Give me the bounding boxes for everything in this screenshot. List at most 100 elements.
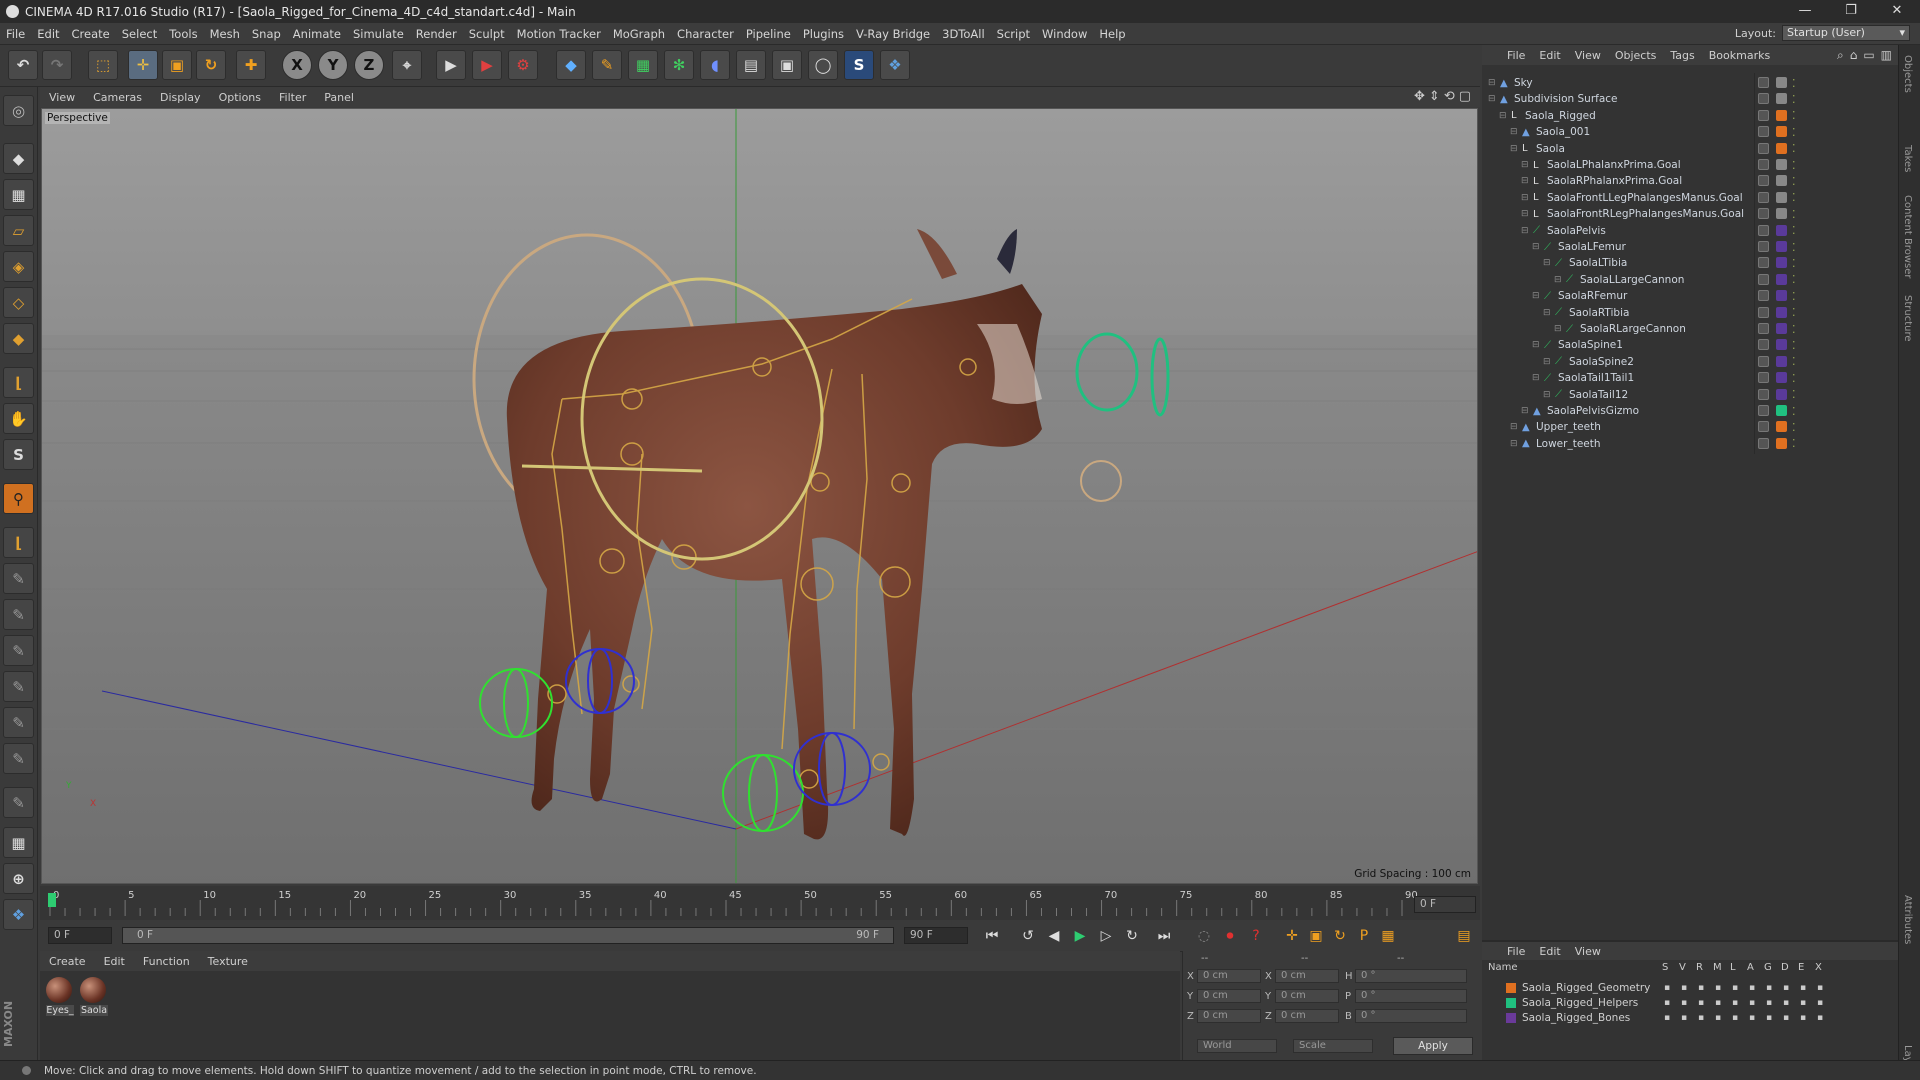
layer-color-swatch[interactable]	[1776, 126, 1787, 138]
redo-icon[interactable]: ↷	[42, 50, 72, 80]
layer-toggle-icon[interactable]: ▪	[1715, 983, 1721, 993]
expand-toggle-icon[interactable]: ⊟	[1543, 357, 1551, 367]
layer-menu-edit[interactable]: Edit	[1532, 945, 1567, 958]
render-picture-viewer-icon[interactable]: ▶	[472, 50, 502, 80]
visibility-toggle-icon[interactable]	[1758, 273, 1769, 285]
points-mode-icon[interactable]: ◈	[3, 251, 34, 282]
current-frame-field[interactable]: 0 F	[1414, 896, 1476, 913]
search-icon[interactable]: ⌕	[1837, 48, 1844, 63]
expand-toggle-icon[interactable]: ⊟	[1543, 390, 1551, 400]
material-menu-texture[interactable]: Texture	[199, 955, 257, 968]
menu-3dtoall[interactable]: 3DToAll	[936, 27, 991, 41]
render-dots-icon[interactable]: ⁚	[1792, 241, 1796, 254]
coord-value-field[interactable]: 0 °	[1355, 1009, 1467, 1023]
z-axis-lock-button[interactable]: Z	[354, 50, 384, 80]
render-dots-icon[interactable]: ⁚	[1792, 323, 1796, 336]
layer-color-swatch[interactable]	[1776, 257, 1787, 269]
orbit-icon[interactable]: ⟲	[1444, 89, 1455, 104]
render-dots-icon[interactable]: ⁚	[1792, 208, 1796, 221]
render-dots-icon[interactable]: ⁚	[1792, 159, 1796, 172]
object-menu-file[interactable]: File	[1500, 49, 1532, 62]
layer-color-swatch[interactable]	[1776, 77, 1787, 88]
layer-toggle-icon[interactable]: ▪	[1766, 998, 1772, 1008]
menu-script[interactable]: Script	[991, 27, 1036, 41]
layer-color-swatch[interactable]	[1776, 159, 1787, 170]
python-icon[interactable]: ❖	[880, 50, 910, 80]
layer-toggle-icon[interactable]: ▪	[1664, 983, 1670, 993]
layer-toggle-icon[interactable]: ▪	[1800, 1013, 1806, 1023]
layer-menu-view[interactable]: View	[1568, 945, 1608, 958]
menu-mesh[interactable]: Mesh	[204, 27, 246, 41]
subdivision-surface-icon[interactable]: ▦	[628, 50, 658, 80]
script-s-icon[interactable]: S	[844, 50, 874, 80]
layer-toggle-icon[interactable]: ▪	[1800, 998, 1806, 1008]
layer-toggle-icon[interactable]: ▪	[1681, 998, 1687, 1008]
menu-sculpt[interactable]: Sculpt	[463, 27, 511, 41]
render-dots-icon[interactable]: ⁚	[1792, 421, 1796, 434]
visibility-toggle-icon[interactable]	[1758, 355, 1769, 367]
render-dots-icon[interactable]: ⁚	[1792, 191, 1796, 204]
material-menu-function[interactable]: Function	[134, 955, 199, 968]
coord-value-field[interactable]: 0 °	[1355, 989, 1467, 1003]
layer-toggle-icon[interactable]: ▪	[1783, 1013, 1789, 1023]
y-axis-lock-button[interactable]: Y	[318, 50, 348, 80]
pen-spline-icon[interactable]: ✎	[592, 50, 622, 80]
zoom-icon[interactable]: ⇕	[1429, 89, 1440, 104]
layer-color-swatch[interactable]	[1776, 93, 1787, 105]
undo-icon[interactable]: ↶	[8, 50, 38, 80]
render-dots-icon[interactable]: ⁚	[1792, 388, 1796, 401]
expand-toggle-icon[interactable]: ⊟	[1510, 422, 1518, 432]
material-swatch[interactable]: Saola	[80, 977, 108, 1016]
layer-toggle-icon[interactable]: ▪	[1817, 1013, 1823, 1023]
coord-value-field[interactable]: 0 cm	[1275, 969, 1339, 983]
visibility-toggle-icon[interactable]	[1758, 323, 1769, 334]
go-to-start-icon[interactable]: ⏮	[980, 925, 1004, 947]
menu-pipeline[interactable]: Pipeline	[740, 27, 797, 41]
maximize-view-icon[interactable]: ▢	[1459, 89, 1471, 104]
scale-mode-dropdown[interactable]: Scale	[1293, 1039, 1373, 1053]
visibility-toggle-icon[interactable]	[1758, 290, 1769, 302]
smooth-brush-icon[interactable]: ✎	[3, 635, 34, 666]
layer-color-swatch[interactable]	[1506, 982, 1516, 993]
layer-toggle-icon[interactable]: ▪	[1698, 1013, 1704, 1023]
render-view-icon[interactable]: ▶	[436, 50, 466, 80]
coord-value-field[interactable]: 0 °	[1355, 969, 1467, 983]
object-menu-view[interactable]: View	[1568, 49, 1608, 62]
visibility-toggle-icon[interactable]	[1758, 421, 1769, 433]
panel-settings-icon[interactable]: ▥	[1881, 48, 1892, 63]
layer-color-swatch[interactable]	[1506, 1012, 1516, 1023]
layer-toggle-icon[interactable]: ▪	[1749, 983, 1755, 993]
coord-value-field[interactable]: 0 cm	[1197, 989, 1261, 1003]
menu-tools[interactable]: Tools	[163, 27, 203, 41]
menu-plugins[interactable]: Plugins	[797, 27, 850, 41]
layer-color-swatch[interactable]	[1776, 437, 1787, 449]
inflate-brush-icon[interactable]: ✎	[3, 671, 34, 702]
layer-toggle-icon[interactable]: ▪	[1749, 998, 1755, 1008]
expand-toggle-icon[interactable]: ⊟	[1554, 275, 1562, 285]
layer-toggle-icon[interactable]: ▪	[1749, 1013, 1755, 1023]
keyframe-selection-icon[interactable]: ?	[1244, 925, 1268, 947]
layer-toggle-icon[interactable]: ▪	[1698, 998, 1704, 1008]
layer-color-swatch[interactable]	[1776, 421, 1787, 433]
expand-toggle-icon[interactable]: ⊟	[1510, 127, 1518, 137]
side-tab-takes[interactable]: Takes	[1902, 145, 1913, 172]
previous-key-icon[interactable]: ↺	[1016, 925, 1040, 947]
visibility-toggle-icon[interactable]	[1758, 77, 1769, 88]
python-script-icon[interactable]: ❖	[3, 899, 34, 930]
visibility-toggle-icon[interactable]	[1758, 159, 1769, 170]
render-dots-icon[interactable]: ⁚	[1792, 372, 1796, 385]
menu-character[interactable]: Character	[671, 27, 740, 41]
timeline-ruler[interactable]: 0 5 10 15 20 25 30 35 40 45 50 55 60 65 70 75 80 85 90 0 F	[40, 886, 1480, 920]
visibility-toggle-icon[interactable]	[1758, 405, 1769, 416]
joint-axis-icon[interactable]: ⌊	[3, 527, 34, 558]
key-parameter-icon[interactable]: P	[1352, 925, 1376, 947]
expand-toggle-icon[interactable]: ⊟	[1521, 209, 1529, 219]
layer-color-swatch[interactable]	[1776, 224, 1787, 236]
visibility-toggle-icon[interactable]	[1758, 372, 1769, 384]
render-dots-icon[interactable]: ⁚	[1792, 290, 1796, 303]
coord-value-field[interactable]: 0 cm	[1197, 969, 1261, 983]
expand-toggle-icon[interactable]: ⊟	[1510, 439, 1518, 449]
layer-toggle-icon[interactable]: ▪	[1783, 983, 1789, 993]
render-dots-icon[interactable]: ⁚	[1792, 257, 1796, 270]
lock-workplane-icon[interactable]: ⊕	[3, 863, 34, 894]
